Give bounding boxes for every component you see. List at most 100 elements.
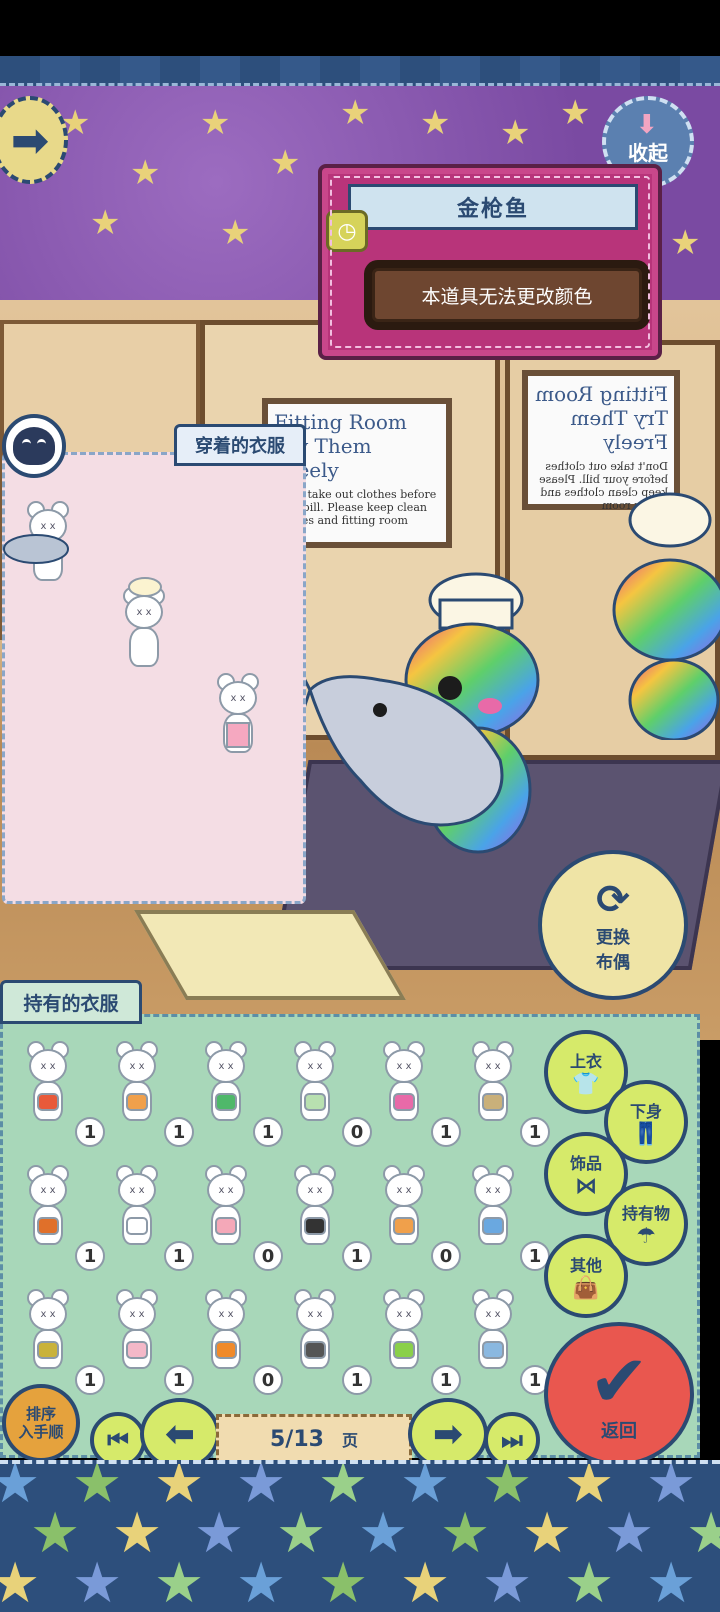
owned-item-orange-apron[interactable]: x x0	[373, 1157, 461, 1275]
item-count: 1	[253, 1117, 283, 1147]
ice-cream-cone-icon	[126, 1093, 148, 1111]
owned-item-black-skirt[interactable]: x x1	[284, 1157, 372, 1275]
star-decoration: ★	[90, 203, 121, 243]
owned-item-leaf[interactable]: x x1	[195, 1033, 283, 1151]
item-count: 1	[164, 1117, 194, 1147]
item-name: 金枪鱼	[348, 184, 638, 230]
bear-figure: x x	[379, 1289, 429, 1375]
star-decoration: ★	[200, 103, 231, 143]
bear-figure: x x	[290, 1289, 340, 1375]
black-skirt-icon	[304, 1217, 326, 1235]
category-accessories-label: 饰品	[569, 1153, 602, 1173]
green-vest-icon	[393, 1341, 415, 1359]
grass-skirt-icon	[37, 1341, 59, 1359]
star-decoration: ★	[220, 213, 251, 253]
change-doll-button[interactable]: ⟳ 更换 布偶	[538, 850, 688, 1000]
bear-figure: x x	[201, 1041, 251, 1127]
bear-figure: x x	[23, 1041, 73, 1127]
item-count: 0	[431, 1241, 461, 1271]
sort-label-1: 排序	[25, 1405, 56, 1423]
item-count: 1	[342, 1365, 372, 1395]
owned-item-trumpet[interactable]: x x1	[462, 1033, 550, 1151]
bear-figure: x x	[468, 1165, 518, 1251]
bear-figure: x x	[468, 1289, 518, 1375]
category-tops-label: 上衣	[569, 1051, 602, 1071]
page-unit: 页	[341, 1431, 358, 1450]
bear-figure: x x	[290, 1041, 340, 1127]
category-others-button[interactable]: 其他 👜	[544, 1234, 628, 1318]
orange-apron-icon	[393, 1217, 415, 1235]
owned-item-camera[interactable]: x x1	[284, 1281, 372, 1399]
item-count: 0	[342, 1117, 372, 1147]
face-icon	[13, 427, 55, 465]
owned-item-party-hat[interactable]: x x1	[462, 1157, 550, 1275]
item-count: 0	[253, 1365, 283, 1395]
owned-item-green-dress[interactable]: x x0	[284, 1033, 372, 1151]
owned-item-blush[interactable]: x x0	[195, 1157, 283, 1275]
star-decoration: ★	[500, 113, 531, 153]
pants-icon: 👖	[632, 1121, 660, 1147]
clock-icon: ◷	[326, 210, 368, 252]
star-decoration: ★	[130, 153, 161, 193]
angel-wings-icon	[126, 1217, 148, 1235]
sign-subtitle: Try Them Freely	[570, 406, 668, 454]
worn-item-tuna[interactable]: x x	[3, 501, 73, 587]
confirm-button[interactable]: ✔ 返回	[544, 1322, 694, 1466]
umbrella-icon: ☂	[636, 1223, 656, 1249]
worn-item-chef-hat[interactable]: x x	[119, 577, 169, 673]
sign-title: Fitting Room	[535, 382, 668, 406]
item-note: 本道具无法更改颜色	[372, 268, 642, 322]
confirm-label: 返回	[601, 1421, 637, 1442]
bear-figure: x x	[201, 1165, 251, 1251]
camera-icon	[304, 1341, 326, 1359]
star-decoration: ★	[236, 1551, 287, 1612]
bear-figure: x x	[112, 1041, 162, 1127]
green-dress-icon	[304, 1093, 326, 1111]
owned-item-ice-cream-cone[interactable]: x x1	[106, 1033, 194, 1151]
item-count: 1	[431, 1117, 461, 1147]
arrow-right-icon: ➡	[10, 113, 50, 167]
pink-kimono-icon	[126, 1341, 148, 1359]
blue-cap-icon	[482, 1341, 504, 1359]
owned-item-basketball[interactable]: x x1	[17, 1157, 105, 1275]
rainbow-doll-character[interactable]	[300, 570, 580, 870]
checkmark-icon: ✔	[588, 1339, 650, 1423]
worn-item-apron[interactable]: x x	[213, 673, 263, 759]
avatar[interactable]	[2, 414, 66, 478]
star-decoration: ★	[482, 1551, 533, 1612]
bear-figure: x x	[23, 1289, 73, 1375]
item-count: 1	[520, 1117, 550, 1147]
owned-item-pink-kimono[interactable]: x x1	[106, 1281, 194, 1399]
sort-button[interactable]: 排序 入手顺	[2, 1384, 80, 1462]
arrow-right-icon: ➡	[432, 1413, 464, 1455]
bear-figure: x x	[23, 1165, 73, 1251]
star-decoration: ★	[0, 1556, 40, 1612]
chef-hat-icon	[128, 577, 162, 597]
item-count: 1	[431, 1365, 461, 1395]
owned-item-green-vest[interactable]: x x1	[373, 1281, 461, 1399]
change-doll-label-2: 布偶	[596, 953, 630, 973]
bottom-star-border: ★★★★★★★★★★★★★★★★★★★★★★★★★★★	[0, 1460, 720, 1612]
star-decoration: ★	[72, 1551, 123, 1612]
item-count: 1	[164, 1365, 194, 1395]
owned-item-pink-doll[interactable]: x x1	[373, 1033, 461, 1151]
bag-icon: 👜	[572, 1275, 600, 1301]
star-decoration: ★	[564, 1551, 615, 1612]
owned-item-angel-wings[interactable]: x x1	[106, 1157, 194, 1275]
owned-item-blue-cap[interactable]: x x1	[462, 1281, 550, 1399]
star-decoration: ★	[400, 1551, 451, 1612]
item-count: 1	[75, 1365, 105, 1395]
owned-item-grass-skirt[interactable]: x x1	[17, 1281, 105, 1399]
skip-last-icon: ⏭	[501, 1426, 523, 1454]
star-decoration: ★	[420, 103, 451, 143]
skip-first-icon: ⏮	[107, 1426, 129, 1454]
category-others-label: 其他	[569, 1255, 602, 1275]
rainbow-doll-character-secondary	[612, 492, 720, 740]
item-count: 1	[164, 1241, 194, 1271]
shirt-icon: 👕	[572, 1071, 600, 1097]
collapse-label: 收起	[628, 141, 668, 165]
owned-item-orange-bowtie[interactable]: x x0	[195, 1281, 283, 1399]
item-count: 1	[75, 1241, 105, 1271]
orange-bowtie-icon	[215, 1341, 237, 1359]
owned-item-fire-hat[interactable]: x x1	[17, 1033, 105, 1151]
